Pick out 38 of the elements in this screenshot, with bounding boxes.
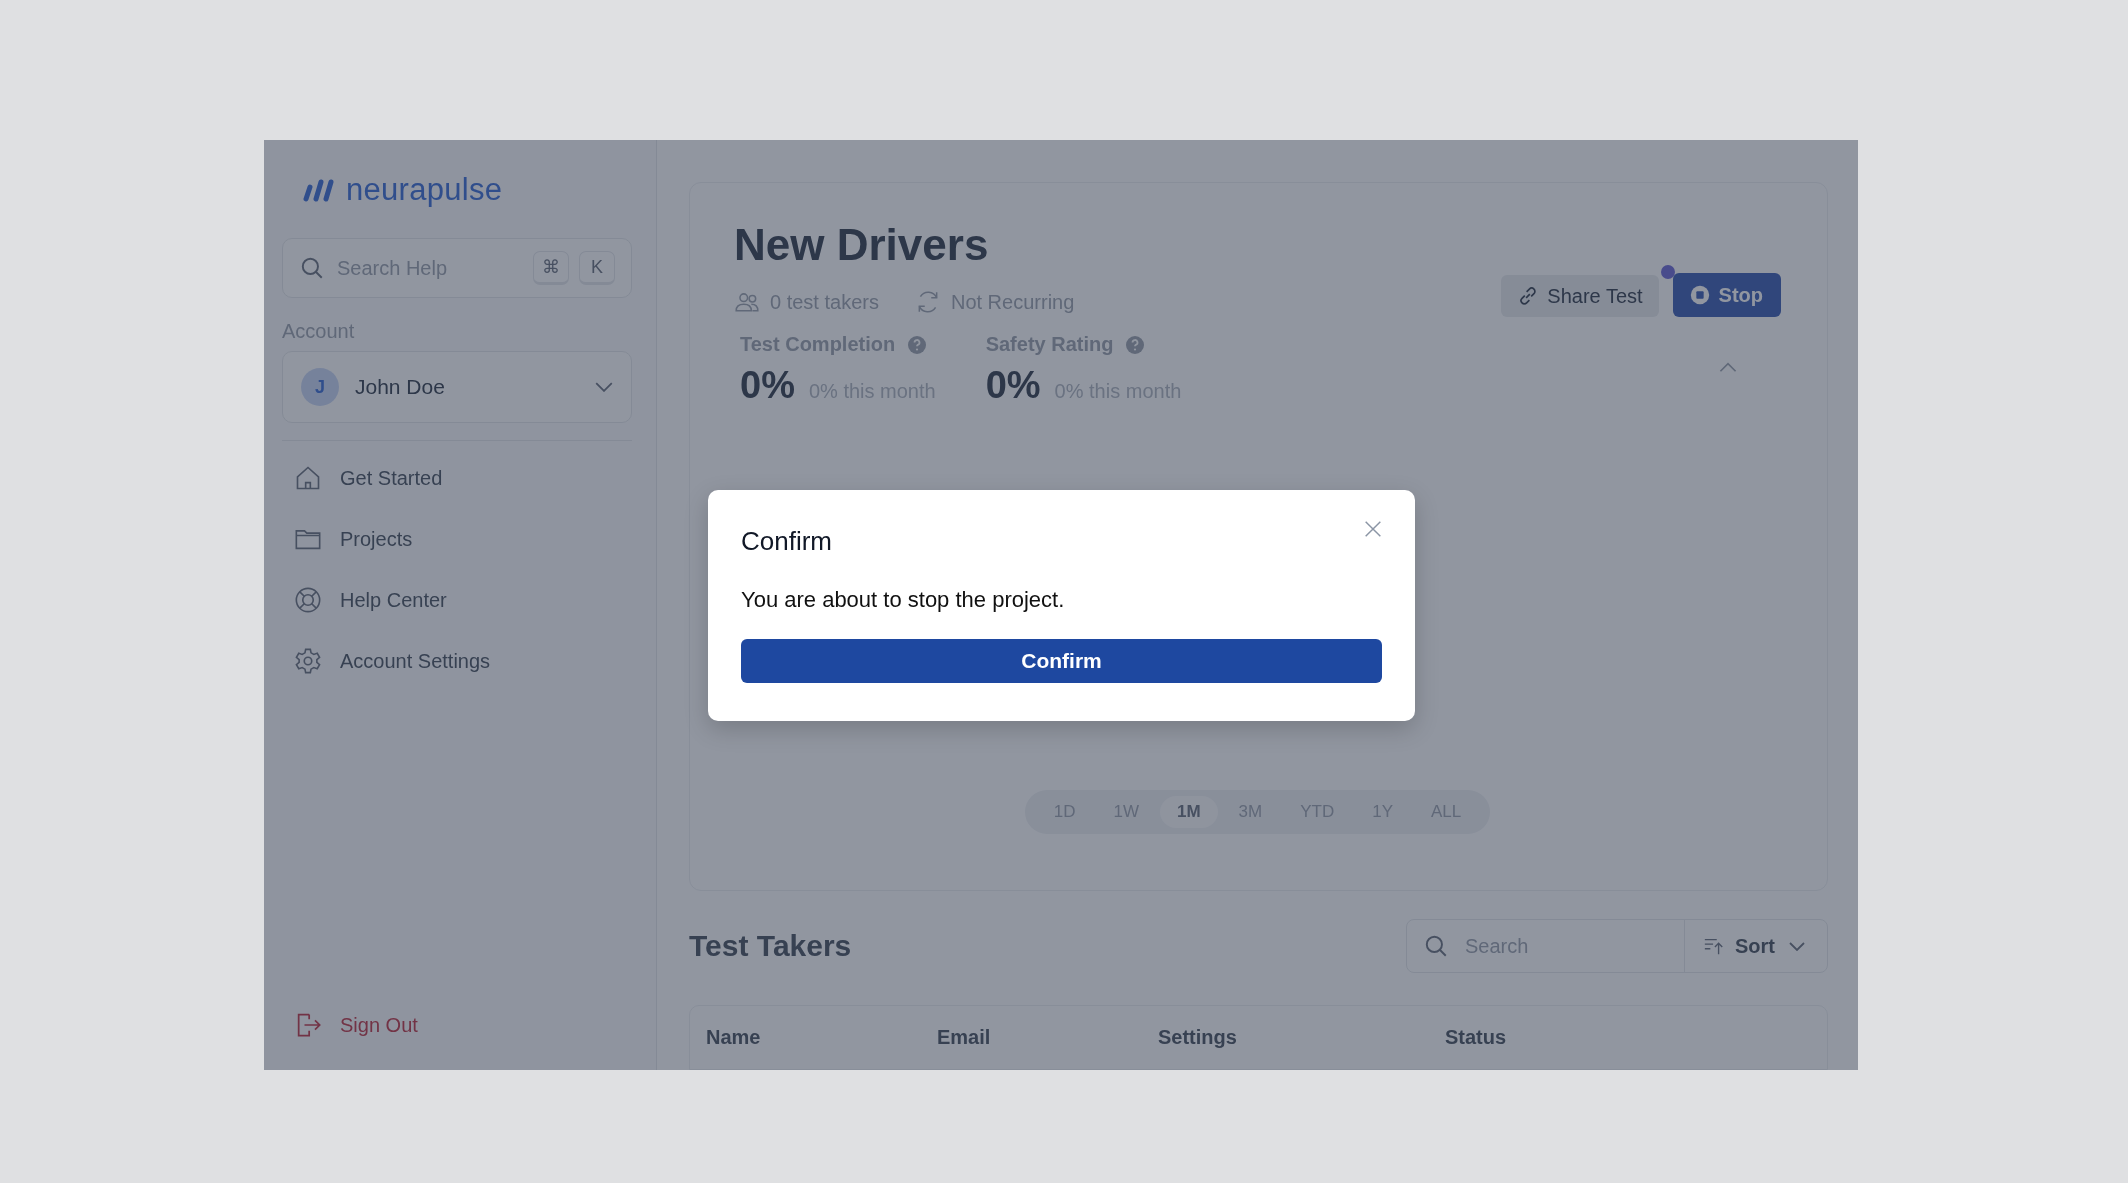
- confirm-button[interactable]: Confirm: [741, 639, 1382, 683]
- logo-text: neurapulse: [346, 172, 503, 208]
- section-title: Test Takers: [689, 929, 852, 963]
- sign-out-link[interactable]: Sign Out: [340, 1013, 418, 1037]
- column-header: Settings: [1158, 1026, 1238, 1049]
- nav-link[interactable]: Projects: [340, 527, 413, 551]
- avatar: J: [301, 368, 339, 406]
- stop-icon: [1688, 284, 1711, 306]
- nav-link[interactable]: Help Center: [340, 588, 447, 612]
- column-header: Name: [706, 1026, 762, 1049]
- settings-icon: [294, 647, 322, 675]
- stop-button[interactable]: Stop: [1672, 273, 1781, 317]
- nav-link[interactable]: Get Started: [340, 466, 443, 490]
- page-title: New Drivers: [734, 219, 990, 271]
- column-header: Status: [1445, 1026, 1507, 1049]
- logo-icon: [302, 178, 336, 202]
- chevron-down-icon: [1789, 941, 1805, 951]
- keyboard-key: ⌘: [533, 251, 569, 285]
- nav-link[interactable]: Account Settings: [340, 649, 491, 673]
- sort-button[interactable]: Sort: [1685, 920, 1827, 972]
- column-header: Email: [937, 1026, 992, 1049]
- stat-value: 0%: [985, 364, 1041, 407]
- dialog-message: You are about to stop the project.: [741, 587, 1066, 613]
- account-select[interactable]: J John Doe: [282, 351, 632, 423]
- dialog-title: Confirm: [741, 526, 832, 557]
- period-tab[interactable]: 1M: [1159, 796, 1218, 828]
- close-icon[interactable]: [1362, 518, 1384, 540]
- search-icon: [1423, 933, 1449, 959]
- search-icon: [299, 255, 325, 281]
- chevron-down-icon: [595, 382, 613, 392]
- home-icon: [294, 464, 322, 492]
- keyboard-key: K: [579, 251, 615, 285]
- account-name: John Doe: [355, 375, 446, 399]
- share-test-button[interactable]: Share Test: [1501, 275, 1659, 317]
- help-icon: [907, 334, 928, 355]
- help-icon: [1125, 334, 1146, 355]
- stat-value: 0%: [740, 364, 795, 407]
- lifebuoy-icon: [294, 586, 322, 614]
